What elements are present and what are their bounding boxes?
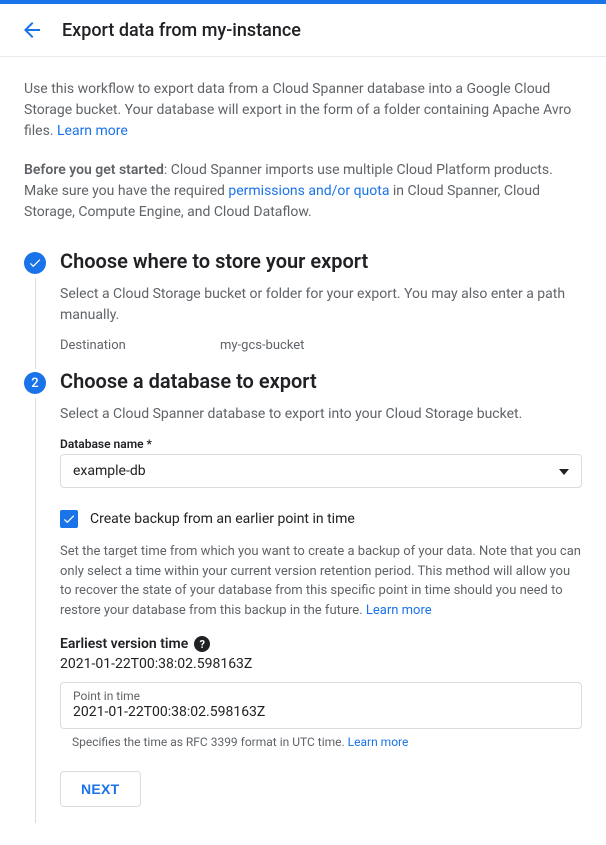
- point-in-time-input[interactable]: [73, 704, 569, 720]
- destination-value: my-gcs-bucket: [220, 338, 304, 353]
- step-1-title: Choose where to store your export: [60, 249, 368, 273]
- step-2-desc: Select a Cloud Spanner database to expor…: [60, 404, 582, 425]
- backup-earlier-checkbox[interactable]: [60, 510, 78, 528]
- point-in-time-label: Point in time: [73, 689, 569, 703]
- step-1-header: Choose where to store your export: [24, 249, 582, 274]
- point-in-time-help: Set the target time from which you want …: [60, 542, 582, 620]
- step-1-desc: Select a Cloud Storage bucket or folder …: [60, 284, 582, 326]
- pit-help-text: Set the target time from which you want …: [60, 544, 581, 618]
- intro-text: Use this workflow to export data from a …: [24, 79, 582, 142]
- earliest-version-label-row: Earliest version time ?: [60, 636, 582, 652]
- point-in-time-input-wrap[interactable]: Point in time: [60, 682, 582, 729]
- database-name-select[interactable]: example-db: [60, 454, 582, 488]
- step-1-check-icon: [24, 252, 46, 274]
- step-2-number-badge: 2: [24, 372, 46, 394]
- destination-row: Destination my-gcs-bucket: [60, 338, 582, 353]
- database-name-value: example-db: [73, 463, 146, 479]
- before-label: Before you get started: [24, 162, 164, 178]
- step-2-header: 2 Choose a database to export: [24, 369, 582, 394]
- page-header: Export data from my-instance: [0, 4, 606, 57]
- next-button[interactable]: NEXT: [60, 771, 141, 807]
- intro-learn-more-link[interactable]: Learn more: [57, 123, 128, 139]
- point-in-time-format-help: Specifies the time as RFC 3399 format in…: [60, 735, 582, 749]
- main-content: Use this workflow to export data from a …: [0, 57, 606, 845]
- help-icon[interactable]: ?: [194, 636, 210, 652]
- earliest-version-label: Earliest version time: [60, 636, 188, 652]
- step-1-body: Select a Cloud Storage bucket or folder …: [35, 278, 582, 369]
- pit-format-learn-link[interactable]: Learn more: [348, 735, 409, 749]
- permissions-quota-link[interactable]: permissions and/or quota: [228, 183, 393, 199]
- pit-format-text: Specifies the time as RFC 3399 format in…: [72, 735, 348, 749]
- before-you-start: Before you get started: Cloud Spanner im…: [24, 160, 582, 223]
- step-2-title: Choose a database to export: [60, 369, 317, 393]
- earliest-version-value: 2021-01-22T00:38:02.598163Z: [60, 656, 582, 672]
- step-2-body: Select a Cloud Spanner database to expor…: [35, 398, 582, 823]
- database-name-label: Database name *: [60, 437, 582, 451]
- page-title: Export data from my-instance: [62, 20, 301, 41]
- destination-label: Destination: [60, 338, 220, 353]
- pit-learn-more-link[interactable]: Learn more: [366, 603, 432, 618]
- backup-earlier-checkbox-row: Create backup from an earlier point in t…: [60, 510, 582, 528]
- chevron-down-icon: [559, 463, 569, 479]
- backup-earlier-label: Create backup from an earlier point in t…: [90, 511, 355, 527]
- back-arrow-icon[interactable]: [20, 18, 44, 42]
